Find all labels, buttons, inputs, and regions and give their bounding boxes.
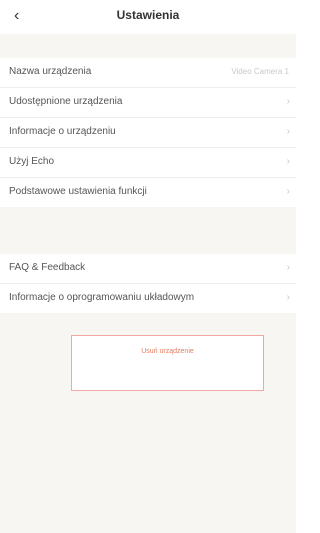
chevron-right-icon: › — [286, 262, 290, 273]
row-device-name[interactable]: Nazwa urządzenia Video Camera 1 — [0, 58, 296, 88]
header-bar: ‹ Ustawienia — [0, 0, 296, 34]
chevron-right-icon: › — [286, 292, 290, 303]
row-shared-devices[interactable]: Udostępnione urządzenia › — [0, 88, 296, 118]
row-label: Podstawowe ustawienia funkcji — [9, 186, 147, 197]
row-device-info[interactable]: Informacje o urządzeniu › — [0, 118, 296, 148]
row-value: Video Camera 1 — [231, 67, 289, 76]
settings-screen: ‹ Ustawienia Nazwa urządzenia Video Came… — [0, 0, 296, 533]
row-basic-settings[interactable]: Podstawowe ustawienia funkcji › — [0, 178, 296, 207]
row-label: Informacje o urządzeniu — [9, 126, 116, 137]
remove-device-button[interactable]: Usuń urządzenie — [71, 335, 264, 391]
row-use-echo[interactable]: Użyj Echo › — [0, 148, 296, 178]
row-label: Nazwa urządzenia — [9, 66, 92, 77]
chevron-right-icon: › — [286, 96, 290, 107]
chevron-right-icon: › — [286, 186, 290, 197]
row-faq-feedback[interactable]: FAQ & Feedback › — [0, 254, 296, 284]
page-title: Ustawienia — [116, 8, 180, 22]
chevron-right-icon: › — [286, 126, 290, 137]
row-label: Udostępnione urządzenia — [9, 96, 123, 107]
row-label: FAQ & Feedback — [9, 262, 86, 273]
row-firmware-info[interactable]: Informacje o oprogramowaniu układowym › — [0, 284, 296, 313]
row-label: Użyj Echo — [9, 156, 55, 167]
row-label: Informacje o oprogramowaniu układowym — [9, 292, 195, 303]
remove-device-label: Usuń urządzenie — [141, 348, 194, 355]
chevron-right-icon: › — [286, 156, 290, 167]
settings-section-support: FAQ & Feedback › Informacje o oprogramow… — [0, 254, 296, 313]
settings-section-device: Nazwa urządzenia Video Camera 1 Udostępn… — [0, 58, 296, 207]
